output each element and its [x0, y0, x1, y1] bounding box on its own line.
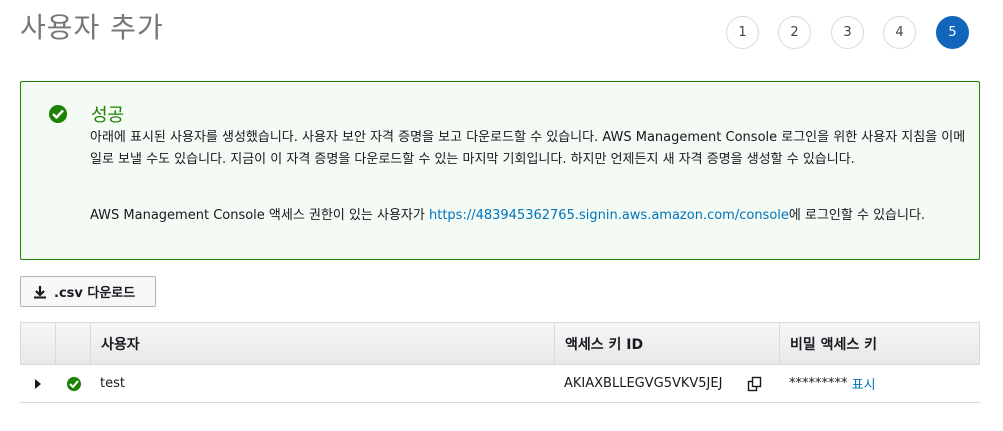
show-secret-link[interactable]: 표시: [852, 374, 876, 393]
step-3[interactable]: 3: [831, 16, 864, 49]
download-icon: [34, 285, 46, 298]
alert-body: 아래에 표시된 사용자를 생성했습니다. 사용자 보안 자격 증명을 보고 다운…: [90, 130, 966, 167]
table-row: test AKIAXBLLEGVG5VKV5JEJ ********* 표시: [20, 365, 980, 403]
check-circle-icon: [49, 105, 67, 123]
step-5[interactable]: 5: [936, 16, 969, 49]
column-header-access-key-id: 액세스 키 ID: [565, 336, 644, 353]
step-2[interactable]: 2: [778, 16, 811, 49]
users-table: 사용자 액세스 키 ID 비밀 액세스 키 test AKIAXBLLEGVG5…: [20, 322, 980, 403]
user-name: test: [100, 376, 125, 391]
page-title: 사용자 추가: [20, 11, 164, 44]
column-header-user: 사용자: [101, 336, 140, 353]
step-4[interactable]: 4: [883, 16, 916, 49]
csv-download-label: .csv 다운로드: [54, 286, 136, 301]
alert-console-info: AWS Management Console 액세스 권한이 있는 사용자가 h…: [90, 204, 970, 223]
table-header: 사용자 액세스 키 ID 비밀 액세스 키: [20, 322, 980, 365]
console-info-suffix: 에 로그인할 수 있습니다.: [788, 208, 926, 223]
console-info-prefix: AWS Management Console 액세스 권한이 있는 사용자가: [90, 208, 429, 223]
secret-key-masked: *********: [789, 376, 848, 391]
copy-icon[interactable]: [747, 365, 763, 402]
step-1[interactable]: 1: [726, 16, 759, 49]
access-key-id: AKIAXBLLEGVG5VKV5JEJ: [564, 376, 723, 391]
alert-heading: 성공: [91, 105, 125, 126]
check-circle-icon: [67, 376, 81, 391]
column-header-secret-key: 비밀 액세스 키: [790, 336, 878, 353]
expand-row-icon[interactable]: [34, 365, 42, 402]
csv-download-button[interactable]: .csv 다운로드: [20, 276, 156, 307]
success-alert: 성공 아래에 표시된 사용자를 생성했습니다. 사용자 보안 자격 증명을 보고…: [20, 81, 980, 260]
console-url-link[interactable]: https://483945362765.signin.aws.amazon.c…: [429, 208, 789, 223]
